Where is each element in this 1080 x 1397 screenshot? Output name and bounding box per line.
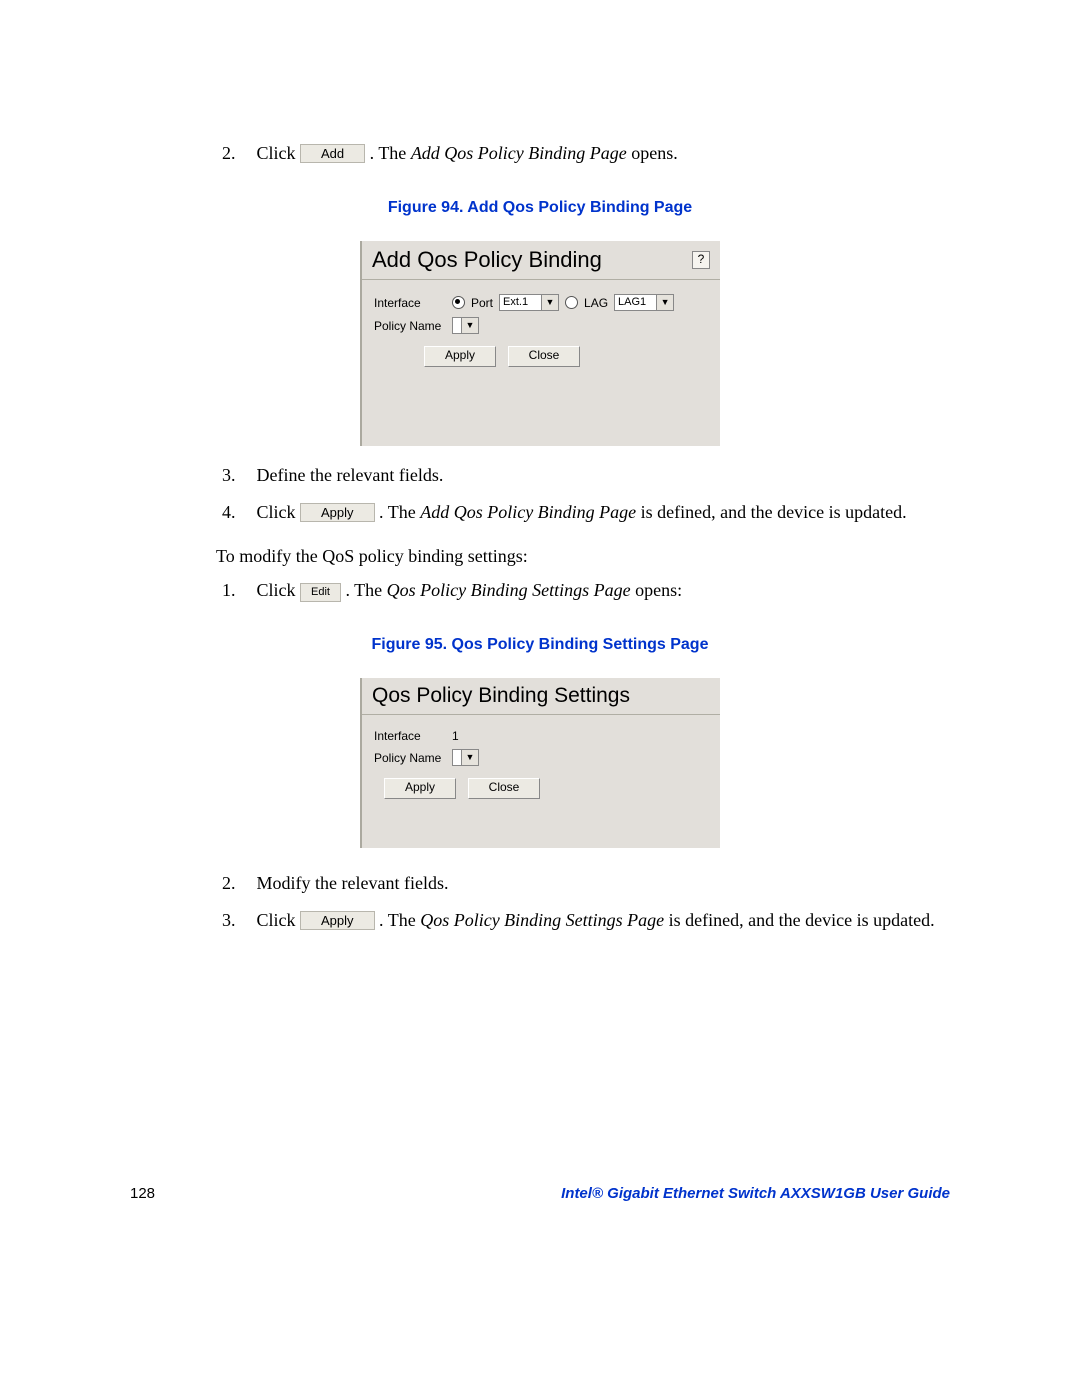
step-number: 1. bbox=[222, 577, 252, 604]
step-b2: 2. Modify the relevant fields. bbox=[222, 870, 950, 897]
lag-value: LAG1 bbox=[614, 294, 656, 311]
add-qos-dialog: Add Qos Policy Binding ? Interface Port … bbox=[360, 241, 720, 446]
apply-button[interactable]: Apply bbox=[384, 778, 456, 799]
step-text-click: Click bbox=[257, 910, 296, 930]
page-name: Qos Policy Binding Settings Page bbox=[387, 580, 631, 600]
policy-dropdown[interactable]: ▼ bbox=[452, 317, 479, 334]
step-text: . The bbox=[379, 910, 420, 930]
dialog-title: Add Qos Policy Binding bbox=[372, 247, 602, 273]
interface-label: Interface bbox=[374, 296, 446, 310]
policy-name-label: Policy Name bbox=[374, 319, 446, 333]
step-number: 2. bbox=[222, 870, 252, 897]
step-text: is defined, and the device is updated. bbox=[664, 910, 934, 930]
step-text-click: Click bbox=[257, 502, 296, 522]
policy-value bbox=[452, 317, 461, 334]
step-number: 4. bbox=[222, 499, 252, 526]
port-label: Port bbox=[471, 296, 493, 310]
dialog-header: Add Qos Policy Binding ? bbox=[362, 241, 720, 280]
figure-95-caption: Figure 95. Qos Policy Binding Settings P… bbox=[130, 636, 950, 654]
close-button[interactable]: Close bbox=[508, 346, 580, 367]
step-text: . The bbox=[345, 580, 386, 600]
policy-dropdown[interactable]: ▼ bbox=[452, 749, 479, 766]
step-3: 3. Define the relevant fields. bbox=[222, 462, 950, 489]
guide-title: Intel® Gigabit Ethernet Switch AXXSW1GB … bbox=[561, 1185, 950, 1202]
interface-value: 1 bbox=[452, 729, 459, 743]
page-number: 128 bbox=[130, 1185, 155, 1202]
dialog-title: Qos Policy Binding Settings bbox=[372, 684, 630, 708]
step-4-apply: 4. Click Apply . The Add Qos Policy Bind… bbox=[222, 499, 950, 526]
dialog-header: Qos Policy Binding Settings bbox=[362, 678, 720, 715]
policy-row: Policy Name ▼ bbox=[374, 317, 708, 334]
lag-radio[interactable] bbox=[565, 296, 578, 309]
step-text: . The bbox=[370, 143, 411, 163]
chevron-down-icon: ▼ bbox=[461, 749, 479, 766]
settings-qos-dialog: Qos Policy Binding Settings Interface 1 … bbox=[360, 678, 720, 848]
policy-row: Policy Name ▼ bbox=[374, 749, 708, 766]
page-footer: 128 Intel® Gigabit Ethernet Switch AXXSW… bbox=[130, 1185, 950, 1202]
lag-label: LAG bbox=[584, 296, 608, 310]
step-text: . The bbox=[379, 502, 420, 522]
page-name: Add Qos Policy Binding Page bbox=[420, 502, 636, 522]
close-button[interactable]: Close bbox=[468, 778, 540, 799]
policy-name-label: Policy Name bbox=[374, 751, 446, 765]
step-text: is defined, and the device is updated. bbox=[636, 502, 906, 522]
figure-94-caption: Figure 94. Add Qos Policy Binding Page bbox=[130, 199, 950, 217]
port-dropdown[interactable]: Ext.1 ▼ bbox=[499, 294, 559, 311]
modify-intro: To modify the QoS policy binding setting… bbox=[216, 546, 950, 567]
apply-button[interactable]: Apply bbox=[300, 503, 375, 522]
interface-label: Interface bbox=[374, 729, 446, 743]
step-number: 2. bbox=[222, 140, 252, 167]
chevron-down-icon: ▼ bbox=[541, 294, 559, 311]
step-2-add: 2. Click Add . The Add Qos Policy Bindin… bbox=[222, 140, 950, 167]
chevron-down-icon: ▼ bbox=[656, 294, 674, 311]
add-button[interactable]: Add bbox=[300, 144, 365, 163]
policy-value bbox=[452, 749, 461, 766]
help-icon[interactable]: ? bbox=[692, 251, 710, 269]
step-text: Modify the relevant fields. bbox=[257, 873, 449, 893]
edit-button[interactable]: Edit bbox=[300, 583, 341, 602]
step-text: opens: bbox=[631, 580, 683, 600]
apply-button[interactable]: Apply bbox=[300, 911, 375, 930]
page-name: Add Qos Policy Binding Page bbox=[411, 143, 627, 163]
lag-dropdown[interactable]: LAG1 ▼ bbox=[614, 294, 674, 311]
step-number: 3. bbox=[222, 462, 252, 489]
interface-row: Interface 1 bbox=[374, 729, 708, 743]
apply-button[interactable]: Apply bbox=[424, 346, 496, 367]
step-b1-edit: 1. Click Edit . The Qos Policy Binding S… bbox=[222, 577, 950, 604]
step-text: opens. bbox=[627, 143, 678, 163]
page-name: Qos Policy Binding Settings Page bbox=[420, 910, 664, 930]
step-text-click: Click bbox=[257, 143, 296, 163]
port-radio[interactable] bbox=[452, 296, 465, 309]
interface-row: Interface Port Ext.1 ▼ LAG LAG1 ▼ bbox=[374, 294, 708, 311]
step-number: 3. bbox=[222, 907, 252, 934]
step-b3-apply: 3. Click Apply . The Qos Policy Binding … bbox=[222, 907, 950, 934]
port-value: Ext.1 bbox=[499, 294, 541, 311]
chevron-down-icon: ▼ bbox=[461, 317, 479, 334]
step-text: Define the relevant fields. bbox=[257, 465, 444, 485]
step-text-click: Click bbox=[257, 580, 296, 600]
